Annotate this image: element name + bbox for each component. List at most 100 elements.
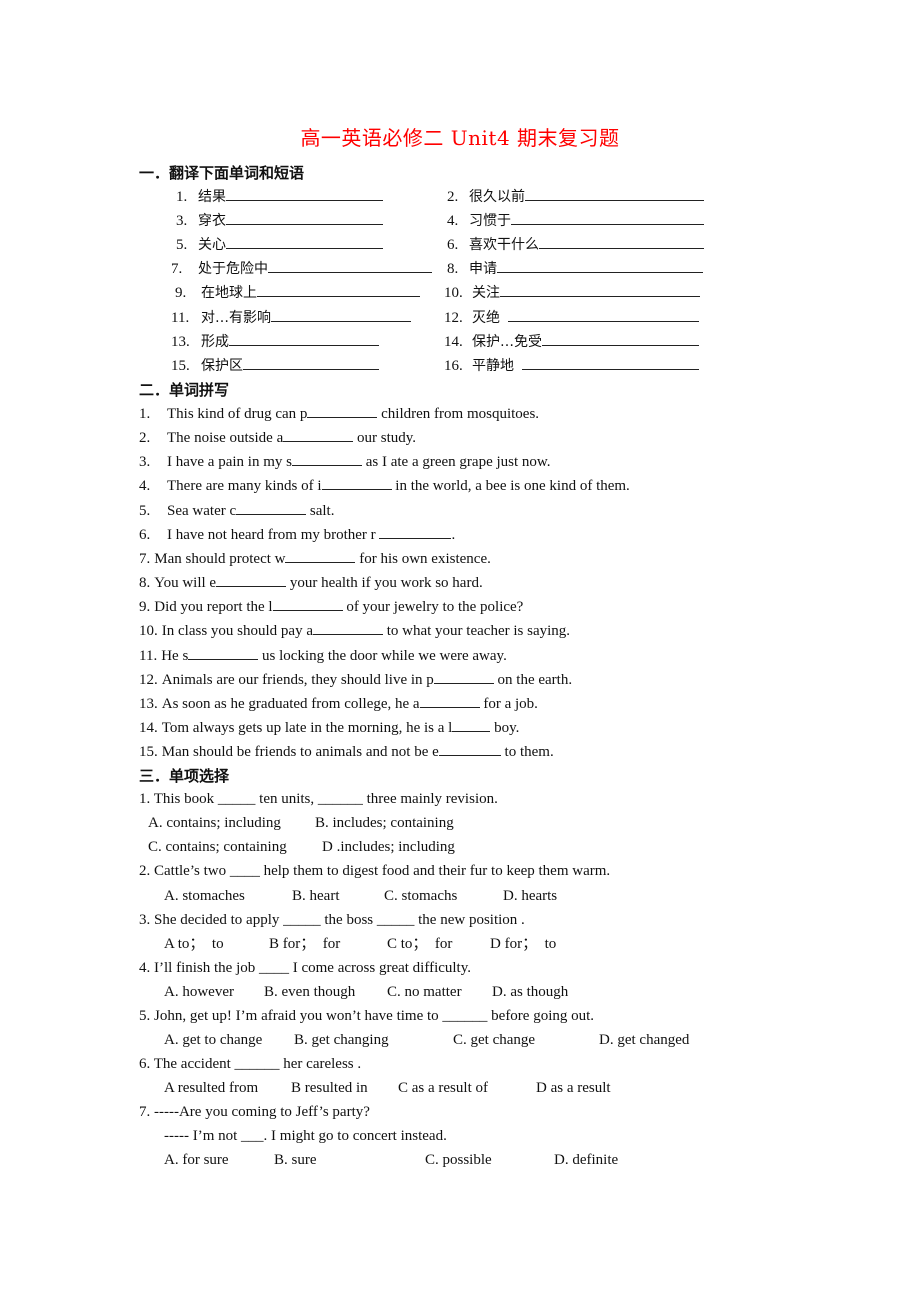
translation-item: 6. 喜欢干什么 xyxy=(447,234,704,255)
answer-blank[interactable] xyxy=(236,500,307,515)
answer-blank[interactable] xyxy=(268,258,432,273)
item-number: 4. xyxy=(447,213,459,229)
answer-option[interactable]: B. even though xyxy=(264,982,355,1002)
sentence-after: salt. xyxy=(306,502,335,519)
answer-option[interactable]: C. possible xyxy=(425,1150,492,1170)
spelling-item: 14. Tom always gets up late in the mornin… xyxy=(139,717,519,738)
answer-option[interactable]: A to； to xyxy=(164,934,224,954)
item-number: 8. xyxy=(447,261,459,277)
answer-blank[interactable] xyxy=(312,620,383,636)
question-stem: 6. The accident ______ her careless . xyxy=(139,1056,362,1072)
translation-item: 13. 形成 xyxy=(171,331,379,352)
item-number: 8. xyxy=(139,575,151,592)
answer-option[interactable]: A. contains; including xyxy=(148,813,281,833)
answer-blank[interactable] xyxy=(433,669,494,684)
section-1-heading: 一．翻译下面单词和短语 xyxy=(139,164,305,182)
answer-blank[interactable] xyxy=(522,355,699,370)
answer-option[interactable]: D .includes; including xyxy=(322,837,455,857)
answer-blank[interactable] xyxy=(188,645,259,660)
item-number: 3. xyxy=(139,454,151,471)
answer-blank[interactable] xyxy=(271,307,411,322)
sentence-before: You will e xyxy=(154,575,217,592)
answer-option[interactable]: A. stomaches xyxy=(164,886,245,906)
answer-blank[interactable] xyxy=(542,331,699,346)
section-3-heading: 三．单项选择 xyxy=(139,767,230,785)
answer-blank[interactable] xyxy=(438,741,501,757)
answer-blank[interactable] xyxy=(511,210,704,225)
sentence-before: There are many kinds of i xyxy=(167,478,322,495)
answer-blank[interactable] xyxy=(539,234,704,249)
chinese-phrase: 关注 xyxy=(472,285,500,301)
answer-option[interactable]: C to； for xyxy=(387,934,452,954)
answer-option[interactable]: A. for sure xyxy=(164,1150,229,1170)
sentence-before: Man should be friends to animals and not… xyxy=(161,744,439,761)
sentence-before: This kind of drug can p xyxy=(167,406,308,422)
answer-option[interactable]: A. however xyxy=(164,982,234,1002)
answer-option[interactable]: D. hearts xyxy=(503,886,557,906)
answer-blank[interactable] xyxy=(257,282,420,297)
answer-option[interactable]: B for； for xyxy=(269,934,340,954)
question-stem: 1. This book _____ ten units, ______ thr… xyxy=(139,791,498,807)
answer-option[interactable]: D. get changed xyxy=(599,1030,689,1050)
answer-option[interactable]: B. includes; containing xyxy=(315,813,454,833)
spelling-item: 13. As soon as he graduated from college,… xyxy=(139,693,538,714)
answer-blank[interactable] xyxy=(243,355,379,370)
answer-blank[interactable] xyxy=(452,717,491,732)
answer-option[interactable]: C as a result of xyxy=(398,1078,488,1098)
answer-option[interactable]: C. get change xyxy=(453,1030,535,1050)
answer-blank[interactable] xyxy=(379,524,452,539)
answer-option[interactable]: D for； to xyxy=(490,934,556,954)
spelling-item: 8. You will e your health if you work so … xyxy=(139,572,483,593)
answer-blank[interactable] xyxy=(226,186,383,201)
answer-blank[interactable] xyxy=(285,548,356,563)
chinese-phrase: 保护区 xyxy=(201,358,243,374)
chinese-phrase: 喜欢干什么 xyxy=(469,237,539,253)
answer-option[interactable]: A resulted from xyxy=(164,1078,258,1098)
item-number: 4. xyxy=(139,478,151,495)
answer-option[interactable]: B. get changing xyxy=(294,1030,389,1050)
item-number: 10. xyxy=(139,623,158,640)
answer-blank[interactable] xyxy=(291,451,362,467)
answer-option[interactable]: C. stomachs xyxy=(384,886,457,906)
item-number: 5. xyxy=(176,237,188,253)
sentence-before: I have a pain in my s xyxy=(167,454,292,471)
question-stem: 7. -----Are you coming to Jeff’s party? xyxy=(139,1104,370,1120)
answer-blank[interactable] xyxy=(508,307,699,322)
chinese-phrase: 灭绝 xyxy=(472,310,500,326)
answer-blank[interactable] xyxy=(419,693,480,708)
answer-option[interactable]: B. sure xyxy=(274,1150,317,1170)
spelling-item: 6. I have not heard from my brother r . xyxy=(139,524,455,545)
chinese-phrase: 处于危险中 xyxy=(198,261,268,277)
answer-blank[interactable] xyxy=(307,403,378,418)
answer-blank[interactable] xyxy=(272,596,343,612)
answer-blank[interactable] xyxy=(229,331,379,346)
answer-option[interactable]: B. heart xyxy=(292,886,339,906)
sentence-after: for his own existence. xyxy=(355,550,491,567)
answer-option[interactable]: A. get to change xyxy=(164,1030,262,1050)
answer-option[interactable]: D. definite xyxy=(554,1150,618,1170)
answer-blank[interactable] xyxy=(226,234,383,249)
translation-item: 8. 申请 xyxy=(447,258,703,279)
answer-blank[interactable] xyxy=(283,427,354,443)
answer-blank[interactable] xyxy=(226,210,383,225)
spelling-item: 3. I have a pain in my s as I ate a green… xyxy=(139,451,551,472)
answer-option[interactable]: B resulted in xyxy=(291,1078,368,1098)
sentence-after: in the world, a bee is one kind of them. xyxy=(391,478,630,495)
answer-blank[interactable] xyxy=(497,258,703,273)
answer-option[interactable]: C. contains; containing xyxy=(148,837,287,857)
section-2-heading: 二．单词拼写 xyxy=(139,381,230,399)
answer-blank[interactable] xyxy=(321,475,392,491)
answer-blank[interactable] xyxy=(525,186,704,201)
answer-option[interactable]: C. no matter xyxy=(387,982,462,1002)
answer-blank[interactable] xyxy=(216,572,287,588)
translation-item: 15. 保护区 xyxy=(171,355,379,376)
item-number: 10. xyxy=(444,285,463,301)
answer-option[interactable]: D. as though xyxy=(492,982,568,1002)
item-number: 12. xyxy=(139,671,158,688)
chinese-phrase: 习惯于 xyxy=(469,213,511,229)
answer-option[interactable]: D as a result xyxy=(536,1078,611,1098)
chinese-phrase: 形成 xyxy=(201,334,229,350)
sentence-before: He s xyxy=(161,647,189,664)
answer-blank[interactable] xyxy=(500,282,700,297)
question-stem: 4. I’ll finish the job ____ I come acros… xyxy=(139,960,471,976)
